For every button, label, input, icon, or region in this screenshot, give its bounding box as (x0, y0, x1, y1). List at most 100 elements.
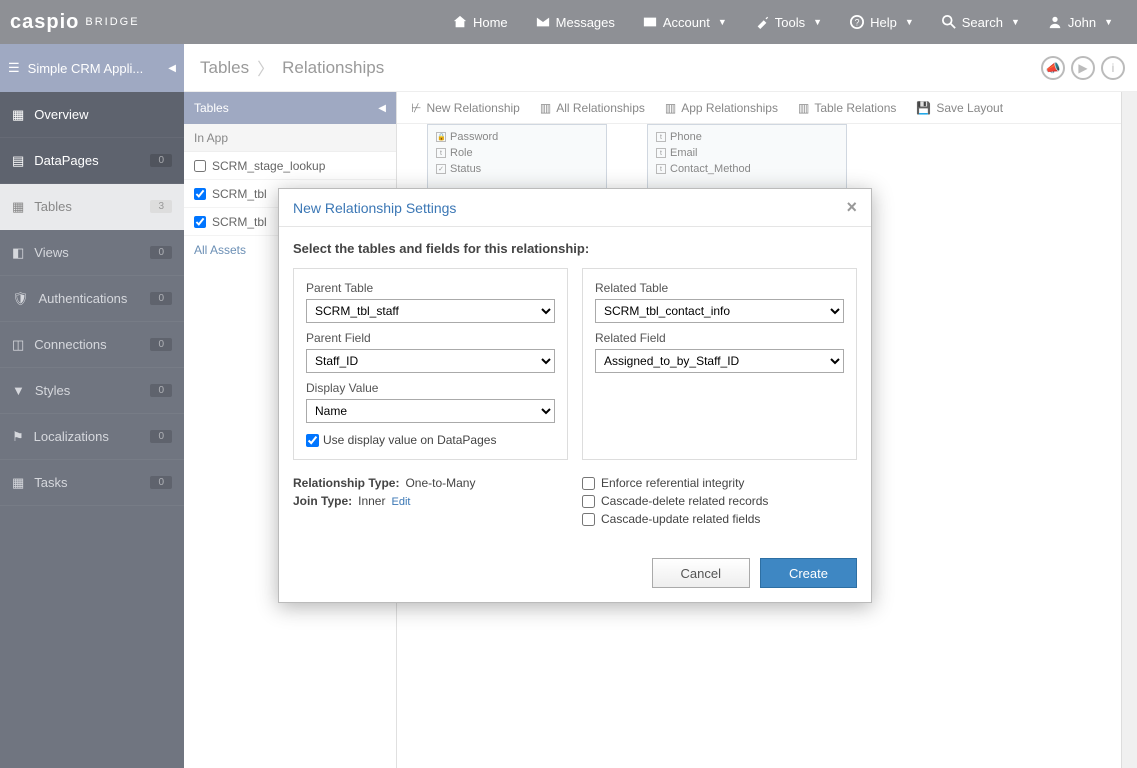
nav-label: Messages (556, 15, 615, 30)
related-field-select[interactable]: Assigned_to_by_Staff_ID (595, 349, 844, 373)
parent-table-select[interactable]: SCRM_tbl_staff (306, 299, 555, 323)
table-name: SCRM_tbl (212, 215, 267, 229)
breadcrumb-tables[interactable]: Tables (200, 58, 249, 78)
top-nav: caspio BRIDGE Home Messages Account ▼ To… (0, 0, 1137, 44)
parent-field-select[interactable]: Staff_ID (306, 349, 555, 373)
app-title[interactable]: ☰ Simple CRM Appli... ◀ (0, 44, 184, 92)
rel-icon: ⊬ (411, 101, 421, 115)
cascade-update-checkbox[interactable] (582, 513, 595, 526)
nav-messages[interactable]: Messages (522, 0, 629, 44)
caret-icon: ▼ (905, 17, 914, 27)
table-name: SCRM_tbl (212, 187, 267, 201)
table-item[interactable]: SCRM_stage_lookup (184, 152, 396, 180)
nav-account[interactable]: Account ▼ (629, 0, 741, 44)
caret-icon: ▼ (1104, 17, 1113, 27)
cascade-delete-checkbox[interactable] (582, 495, 595, 508)
sidebar-item-styles[interactable]: ▼ Styles 0 (0, 368, 184, 414)
announce-icon[interactable]: 📣 (1041, 56, 1065, 80)
sidebar-label: Authentications (39, 291, 128, 306)
header-icons: 📣 ▶ i (1041, 44, 1137, 92)
grid-icon: ▥ (540, 101, 551, 115)
use-display-label: Use display value on DataPages (323, 433, 496, 447)
nav-tools[interactable]: Tools ▼ (741, 0, 836, 44)
save-icon: 💾 (916, 101, 931, 115)
table-name: SCRM_stage_lookup (212, 159, 325, 173)
nav-search[interactable]: Search ▼ (928, 0, 1034, 44)
play-icon[interactable]: ▶ (1071, 56, 1095, 80)
tables-panel-header[interactable]: Tables ◀ (184, 92, 396, 124)
logo[interactable]: caspio BRIDGE (10, 11, 140, 34)
parent-table-label: Parent Table (306, 281, 555, 295)
sidebar-label: Views (34, 245, 68, 260)
connection-icon: ◫ (12, 337, 24, 353)
badge: 0 (150, 476, 172, 489)
integrity-options: Enforce referential integrity Cascade-de… (582, 476, 857, 530)
modal-body: Select the tables and fields for this re… (279, 227, 871, 544)
overview-icon: ▦ (12, 107, 24, 123)
canvas-toolbar: ⊬New Relationship ▥All Relationships ▥Ap… (397, 92, 1121, 124)
tool-new-relationship[interactable]: ⊬New Relationship (411, 101, 520, 115)
tool-table-relations[interactable]: ▥Table Relations (798, 101, 896, 115)
sidebar-item-overview[interactable]: ▦ Overview (0, 92, 184, 138)
related-table-label: Related Table (595, 281, 844, 295)
display-value-label: Display Value (306, 381, 555, 395)
table-checkbox[interactable] (194, 188, 206, 200)
breadcrumb-relationships: Relationships (282, 58, 384, 78)
table-checkbox[interactable] (194, 160, 206, 172)
grid-icon: ▥ (665, 101, 676, 115)
nav-label: Account (663, 15, 710, 30)
cancel-button[interactable]: Cancel (652, 558, 750, 588)
modal-footer: Cancel Create (279, 544, 871, 602)
close-icon[interactable]: × (846, 197, 857, 218)
sidebar-label: Styles (35, 383, 70, 398)
sidebar-label: Tables (34, 199, 72, 214)
badge: 0 (150, 338, 172, 351)
nav-help[interactable]: ? Help ▼ (836, 0, 928, 44)
go-icon: ◀ (378, 103, 386, 114)
display-value-select[interactable]: Name (306, 399, 555, 423)
create-button[interactable]: Create (760, 558, 857, 588)
views-icon: ◧ (12, 245, 24, 261)
tool-all-relationships[interactable]: ▥All Relationships (540, 101, 645, 115)
badge: 0 (150, 430, 172, 443)
question-icon: ? (850, 15, 864, 29)
card-icon (643, 15, 657, 29)
nav-home[interactable]: Home (439, 0, 522, 44)
sidebar-item-connections[interactable]: ◫ Connections 0 (0, 322, 184, 368)
related-field-label: Related Field (595, 331, 844, 345)
sidebar-item-datapages[interactable]: ▤ DataPages 0 (0, 138, 184, 184)
sidebar-label: DataPages (34, 153, 98, 168)
tool-app-relationships[interactable]: ▥App Relationships (665, 101, 778, 115)
enforce-integrity-checkbox[interactable] (582, 477, 595, 490)
sidebar-item-auth[interactable]: 🛡 Authentications 0 (0, 276, 184, 322)
tool-save-layout[interactable]: 💾Save Layout (916, 101, 1003, 115)
modal-header: New Relationship Settings × (279, 189, 871, 227)
home-icon (453, 15, 467, 29)
related-table-select[interactable]: SCRM_tbl_contact_info (595, 299, 844, 323)
user-icon (1048, 15, 1062, 29)
sidebar-item-tables[interactable]: ▦ Tables 3 (0, 184, 184, 230)
datapages-icon: ▤ (12, 153, 24, 169)
modal-title: New Relationship Settings (293, 200, 456, 216)
info-icon[interactable]: i (1101, 56, 1125, 80)
svg-text:?: ? (855, 18, 860, 28)
table-checkbox[interactable] (194, 216, 206, 228)
search-icon (942, 15, 956, 29)
tasks-icon: ▦ (12, 475, 24, 491)
sidebar-item-tasks[interactable]: ▦ Tasks 0 (0, 460, 184, 506)
nav-user[interactable]: John ▼ (1034, 0, 1127, 44)
sidebar-label: Tasks (34, 475, 67, 490)
nav-label: Help (870, 15, 897, 30)
badge: 0 (150, 154, 172, 167)
sidebar-item-views[interactable]: ◧ Views 0 (0, 230, 184, 276)
relationship-info: Relationship Type:One-to-Many Join Type:… (293, 476, 568, 530)
use-display-checkbox[interactable] (306, 434, 319, 447)
collapse-icon[interactable]: ◀ (168, 63, 176, 74)
sidebar-item-localizations[interactable]: ⚑ Localizations 0 (0, 414, 184, 460)
parent-column: Parent Table SCRM_tbl_staff Parent Field… (293, 268, 568, 460)
badge: 0 (150, 246, 172, 259)
edit-join-link[interactable]: Edit (391, 496, 410, 508)
grid-icon: ▥ (798, 101, 809, 115)
scrollbar[interactable] (1121, 92, 1137, 768)
filter-in-app[interactable]: In App (184, 124, 396, 152)
